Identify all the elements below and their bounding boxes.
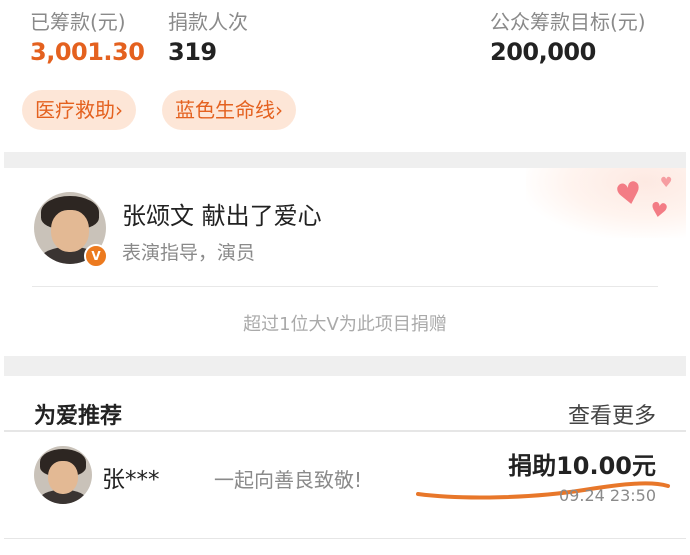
donation-row[interactable]: 张*** 一起向善良致敬! 捐助10.00元 09.24 23:50 bbox=[4, 432, 686, 534]
section-divider bbox=[4, 356, 686, 376]
heart-icon: ♥ bbox=[648, 196, 670, 224]
target-label: 公众筹款目标(元) bbox=[490, 10, 646, 34]
target-amount: 200,000 bbox=[490, 38, 596, 66]
tag-medical-aid[interactable]: 医疗救助› bbox=[22, 90, 136, 130]
recommend-title: 为爱推荐 bbox=[34, 404, 123, 429]
recommend-header: 为爱推荐 查看更多 bbox=[4, 376, 686, 430]
donors-label: 捐款人次 bbox=[168, 10, 248, 34]
fundraising-stats: 已筹款(元) 3,001.30 捐款人次 319 公众筹款目标(元) 200,0… bbox=[0, 0, 690, 150]
tag-blue-lifeline[interactable]: 蓝色生命线› bbox=[162, 90, 296, 130]
section-divider bbox=[4, 152, 686, 168]
view-more-link[interactable]: 查看更多 bbox=[568, 398, 656, 430]
donors-count: 319 bbox=[168, 38, 217, 66]
card-divider bbox=[32, 286, 658, 287]
donor-message: 一起向善良致敬! bbox=[214, 468, 363, 492]
raised-amount: 3,001.30 bbox=[30, 38, 145, 66]
donation-time: 09.24 23:50 bbox=[559, 486, 656, 505]
donor-avatar[interactable] bbox=[34, 446, 92, 504]
raised-label: 已筹款(元) bbox=[30, 10, 126, 34]
donor-name: 张*** bbox=[102, 467, 160, 493]
v-badge-icon: V bbox=[84, 244, 108, 268]
celebrity-name: 张颂文 献出了爱心 bbox=[122, 202, 322, 230]
heart-icon: ♥ bbox=[660, 175, 673, 191]
more-vips-link[interactable]: 超过1位大V为此项目捐赠 bbox=[4, 310, 686, 336]
celebrity-donation-card[interactable]: ♥ ♥ ♥ V 张颂文 献出了爱心 表演指导，演员 超过1位大V为此项目捐赠 bbox=[4, 168, 686, 356]
celebrity-role: 表演指导，演员 bbox=[122, 242, 256, 264]
row-divider bbox=[4, 538, 686, 539]
